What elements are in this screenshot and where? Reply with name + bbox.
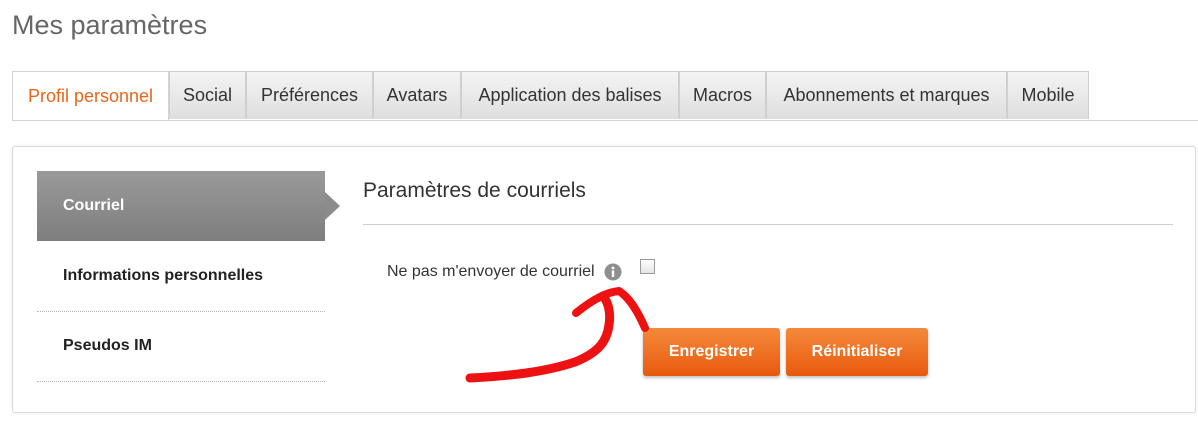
save-button[interactable]: Enregistrer [643, 328, 780, 376]
tab-mobile[interactable]: Mobile [1007, 71, 1089, 119]
sidebar-item-informations-personnelles[interactable]: Informations personnelles [37, 241, 325, 311]
tab-social[interactable]: Social [169, 71, 246, 119]
no-email-label: Ne pas m'envoyer de courriel [387, 263, 595, 280]
no-email-checkbox[interactable] [640, 259, 655, 274]
tab-macros[interactable]: Macros [679, 71, 766, 119]
info-icon[interactable] [604, 263, 622, 281]
page-title: Mes paramètres [12, 10, 208, 40]
tab-bar: Profil personnel Social Préférences Avat… [12, 71, 1198, 121]
settings-panel: Courriel Informations personnelles Pseud… [12, 146, 1196, 413]
sidebar-item-label: Informations personnelles [63, 267, 264, 284]
reset-button[interactable]: Réinitialiser [786, 328, 928, 376]
sidebar-item-pseudos-im[interactable]: Pseudos IM [37, 311, 325, 381]
sidebar-item-label: Courriel [63, 197, 125, 214]
tab-avatars[interactable]: Avatars [373, 71, 461, 119]
tab-application-des-balises[interactable]: Application des balises [461, 71, 679, 119]
sidebar-divider [37, 381, 325, 382]
tab-profil-personnel[interactable]: Profil personnel [12, 71, 169, 120]
tab-preferences[interactable]: Préférences [246, 71, 373, 119]
sidebar-item-courriel[interactable]: Courriel [37, 171, 340, 241]
sidebar-item-label: Pseudos IM [63, 337, 152, 354]
section-title: Paramètres de courriels [363, 179, 586, 202]
section-divider [363, 224, 1173, 225]
active-pointer-arrow [325, 192, 340, 220]
tab-abonnements-et-marques[interactable]: Abonnements et marques [766, 71, 1007, 119]
